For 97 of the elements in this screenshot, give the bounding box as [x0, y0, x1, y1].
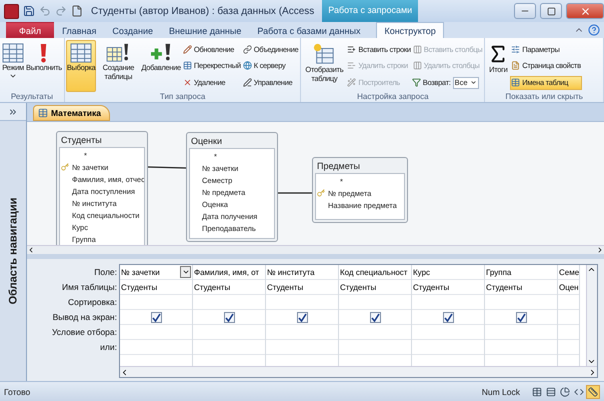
table-icon [532, 386, 542, 396]
pie-chart-icon [560, 386, 570, 396]
pen-icon [242, 78, 252, 88]
columns-icon [412, 44, 422, 54]
row-label: Условие отбора: [50, 326, 118, 339]
row-label: Вывод на экран: [52, 311, 118, 324]
double-chevron-icon [8, 106, 18, 116]
scroll-down-icon[interactable] [587, 357, 596, 366]
table-title: Студенты [60, 134, 103, 147]
relationship-line [278, 192, 312, 194]
ribbon-tab[interactable]: Файл [6, 22, 54, 38]
group-label: Настройка запроса [356, 92, 430, 102]
file-icon[interactable] [71, 5, 83, 17]
window-title: Студенты (автор Иванов) : база данных (Access [91, 6, 314, 16]
columns-icon [412, 61, 422, 70]
row-label: Сортировка: [66, 296, 118, 309]
group-label: Результаты [10, 92, 54, 102]
dropdown-button[interactable] [180, 266, 191, 278]
maximize-icon [546, 6, 556, 16]
relationship-line [148, 166, 186, 169]
ruler-icon [588, 386, 598, 396]
field-cell[interactable]: № института [267, 268, 315, 276]
table-cell[interactable]: Студенты [413, 282, 450, 292]
list-plus-icon [347, 44, 356, 54]
filter-icon [412, 78, 421, 88]
close-button[interactable] [566, 3, 604, 19]
field-cell[interactable]: Код специальност [340, 268, 408, 276]
ribbon-tab[interactable]: Создание [104, 22, 161, 38]
rows-icon [546, 386, 556, 396]
maximize-button[interactable] [540, 3, 562, 19]
group-label: Тип запроса [158, 92, 206, 102]
table-cell[interactable]: Студенты [267, 282, 304, 292]
exclamation-icon [39, 43, 48, 63]
row-label: Поле: [93, 266, 118, 279]
table-icon [2, 43, 24, 63]
field-cell[interactable]: Фамилия, имя, от [194, 268, 260, 276]
show-checkbox[interactable] [370, 312, 381, 322]
field-cell[interactable]: Группа [486, 268, 512, 276]
wand-icon [347, 78, 356, 88]
key-icon [61, 163, 69, 171]
table-plus-icon [313, 43, 336, 65]
list-minus-icon [347, 61, 356, 70]
view-button[interactable] [586, 384, 600, 398]
context-tab-title: Работа с запросами [322, 0, 418, 22]
document-tab[interactable]: Математика [33, 105, 110, 121]
table-icon [70, 43, 92, 63]
view-button[interactable] [558, 384, 572, 398]
globe-icon [242, 61, 252, 70]
scroll-right-icon[interactable] [588, 368, 597, 376]
row-label: Имя таблицы: [61, 281, 118, 294]
scroll-left-icon[interactable] [27, 246, 35, 254]
table-cell[interactable]: Студенты [486, 282, 522, 292]
app-icon[interactable] [4, 4, 19, 18]
caret-icon [470, 79, 477, 86]
sliders-icon [511, 44, 520, 54]
field-cell[interactable]: Семе [559, 268, 580, 276]
close-icon [580, 6, 590, 16]
link-icon [242, 44, 252, 54]
scroll-left-icon[interactable] [120, 368, 129, 376]
navigation-pane-label[interactable]: Область навигации [7, 198, 19, 304]
show-checkbox[interactable] [224, 312, 235, 322]
scroll-right-icon[interactable] [596, 246, 604, 254]
field-cell[interactable]: № зачетки [121, 268, 160, 276]
pencil-icon [182, 44, 192, 54]
ribbon-tab[interactable]: Внешние данные [161, 22, 250, 38]
ribbon-tab[interactable]: Работа с базами данных [249, 22, 368, 38]
document-tab-label: Математика [51, 108, 101, 118]
table-cell[interactable]: Оцен [559, 282, 579, 292]
row-label: или: [99, 341, 118, 354]
table-cell[interactable]: Студенты [340, 282, 376, 292]
ribbon-tab[interactable]: Конструктор [376, 22, 444, 38]
show-checkbox[interactable] [516, 312, 527, 322]
scroll-up-icon[interactable] [587, 265, 596, 274]
save-icon[interactable] [23, 5, 35, 17]
key-icon [317, 189, 325, 197]
table-icon [182, 61, 192, 70]
help-icon[interactable] [588, 24, 600, 36]
show-checkbox[interactable] [151, 312, 162, 322]
show-checkbox[interactable] [443, 312, 454, 322]
group-label: Показать или скрыть [504, 92, 584, 102]
status-text: Готово [4, 386, 30, 396]
num-lock-indicator: Num Lock [482, 386, 520, 396]
table-icon [38, 108, 48, 118]
table-title: Предметы [316, 160, 362, 173]
table-icon [511, 78, 520, 88]
ribbon-tab[interactable]: Главная [54, 22, 104, 38]
document-icon [511, 61, 520, 70]
show-checkbox[interactable] [297, 312, 308, 322]
x-icon [182, 78, 192, 88]
table-title: Оценки [190, 135, 223, 148]
field-cell[interactable]: Курс [413, 268, 430, 276]
table-cell[interactable]: Студенты [194, 282, 230, 292]
table-cell[interactable]: Студенты [121, 282, 158, 292]
code-icon [574, 386, 584, 396]
table-exclamation-icon [106, 43, 130, 63]
caret-icon [182, 268, 190, 276]
expand-button[interactable] [0, 103, 26, 121]
